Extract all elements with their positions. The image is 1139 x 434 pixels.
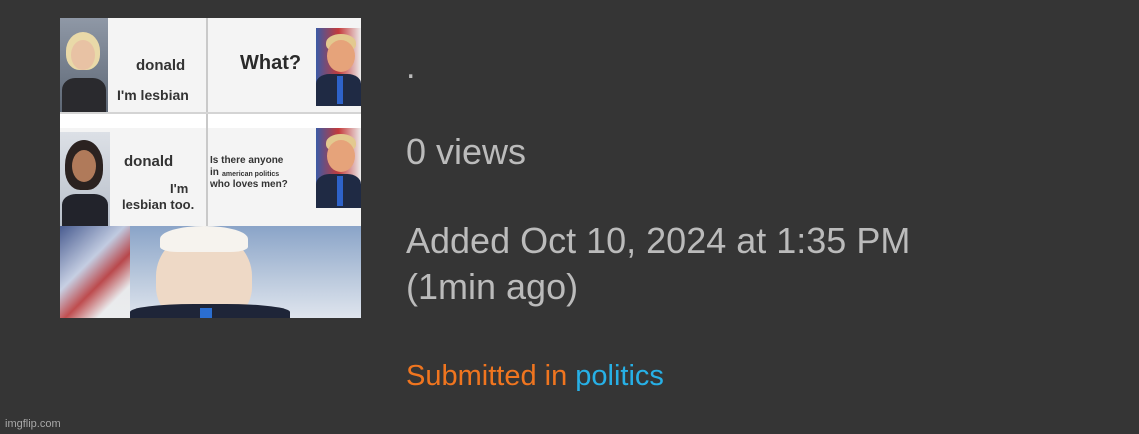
added-date-line: Added Oct 10, 2024 at 1:35 PM [406, 220, 911, 261]
added-date: Added Oct 10, 2024 at 1:35 PM (1min ago) [406, 218, 1106, 310]
panel-text: who loves men? [210, 179, 288, 190]
watermark: imgflip.com [5, 418, 61, 430]
view-count: 0 views [406, 131, 527, 172]
panel-text: I'm [170, 181, 189, 196]
panel-top-left: donald I'm lesbian [60, 18, 206, 112]
category-link[interactable]: politics [575, 360, 664, 392]
tie-shape [200, 308, 212, 318]
hair-shape [160, 226, 248, 252]
panel-text: donald [136, 57, 186, 74]
panel-text: I'm lesbian [117, 87, 189, 103]
flag-shape [60, 226, 130, 318]
panel-divider [206, 18, 208, 228]
panel-text: in [210, 167, 219, 178]
submitted-in: Submitted in politics [406, 360, 664, 393]
panel-top-right: What? [208, 18, 361, 112]
panel-text: Is there anyone [210, 155, 284, 166]
panel-middle-left: donald I'm lesbian too. [60, 128, 206, 226]
post-title: . [406, 48, 416, 86]
panel-text: What? [240, 52, 302, 74]
meme-thumbnail[interactable]: donald I'm lesbian What? donald I'm lesb… [60, 18, 361, 318]
panel-divider [60, 112, 361, 114]
panel-middle-right: Is there anyone in american politics who… [208, 128, 361, 226]
submitted-prefix: Submitted in [406, 360, 568, 392]
added-ago-line: (1min ago) [406, 266, 579, 307]
portrait-man-suit [316, 28, 361, 106]
portrait-woman-dark-hair [60, 132, 110, 226]
portrait-man-suit [316, 128, 361, 208]
panel-text: american politics [222, 171, 280, 178]
portrait-woman-blonde [60, 18, 108, 112]
panel-text: lesbian too. [122, 197, 195, 212]
panel-text: donald [124, 153, 174, 170]
photo-smiling-man [60, 226, 361, 318]
